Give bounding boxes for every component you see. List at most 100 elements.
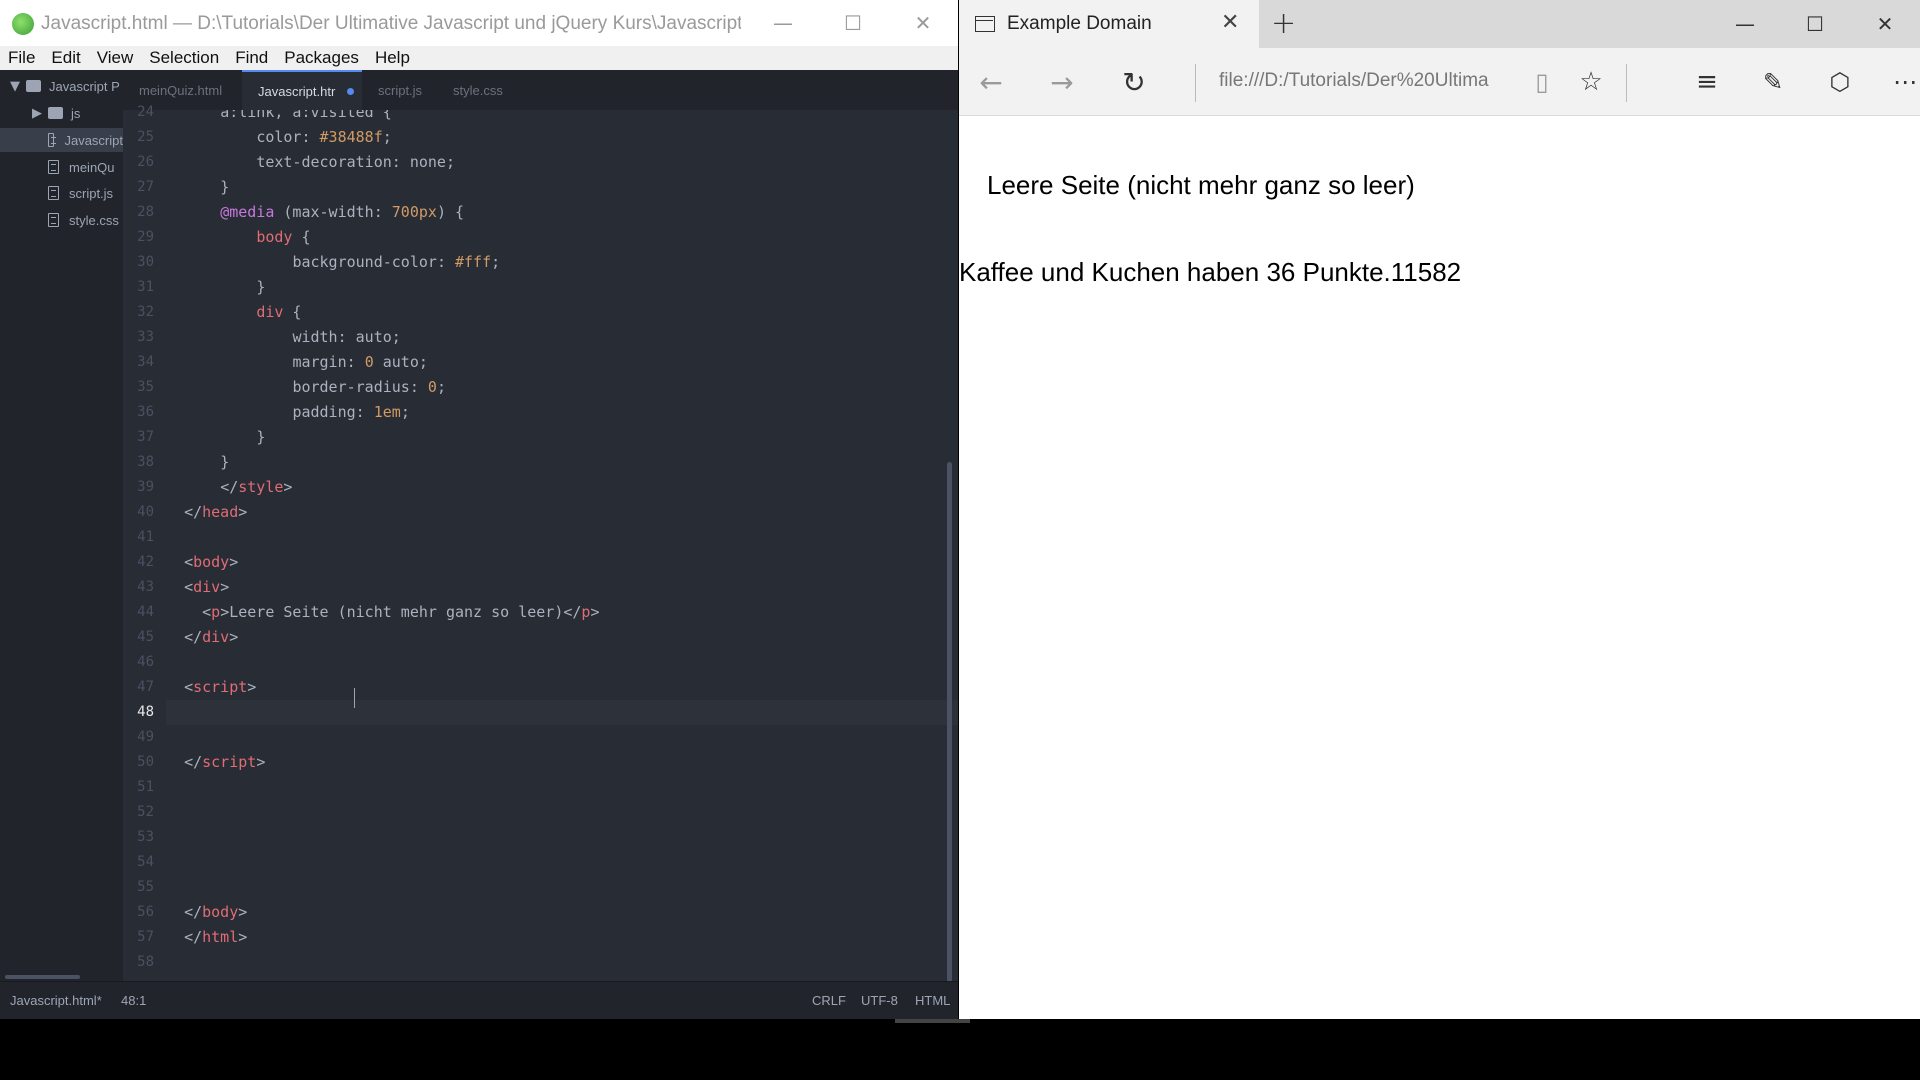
line-number: 46 (137, 654, 154, 670)
tree-file-javascript[interactable]: Javascript (0, 128, 123, 152)
menu-file[interactable]: File (8, 48, 35, 68)
code-line: } (220, 453, 230, 471)
menu-edit[interactable]: Edit (51, 48, 80, 68)
line-number: 40 (137, 504, 154, 520)
tree-folder-js[interactable]: ▶ js (0, 101, 123, 125)
close-tab-icon[interactable]: ✕ (1221, 10, 1239, 35)
menu-packages[interactable]: Packages (284, 48, 359, 68)
tree-file-label: Javascript (64, 132, 123, 148)
browser-tab-title: Example Domain (1007, 13, 1152, 34)
line-number: 50 (137, 754, 154, 770)
line-number: 58 (137, 954, 154, 970)
code-line: padding: 1em; (292, 403, 410, 421)
menu-help[interactable]: Help (375, 48, 410, 68)
horizontal-scrollbar[interactable] (5, 975, 80, 979)
tab-style[interactable]: style.css (437, 70, 527, 110)
code-line: </script> (184, 753, 266, 771)
code-line: text-decoration: none; (256, 153, 455, 171)
line-number: 47 (137, 679, 154, 695)
code-line: body { (256, 228, 311, 246)
desktop-background (0, 1019, 1920, 1080)
hub-icon[interactable]: ≡ (1687, 64, 1727, 100)
line-number: 54 (137, 854, 154, 870)
line-number: 45 (137, 629, 154, 645)
window-resize-handle (895, 1019, 970, 1023)
tab-javascript[interactable]: Javascript.htr (242, 70, 362, 110)
line-number: 49 (137, 729, 154, 745)
forward-arrow-icon[interactable]: → (1042, 64, 1082, 100)
tree-file-label: style.css (69, 212, 119, 228)
code-line: } (220, 178, 230, 196)
chevron-right-icon: ▶ (32, 105, 42, 121)
more-icon[interactable]: ⋯ (1885, 64, 1920, 100)
browser-window: Example Domain ✕ + — ☐ ✕ ← → ↻ file:///D… (959, 0, 1920, 1019)
status-file-name[interactable]: Javascript.html* (10, 993, 102, 1008)
refresh-icon[interactable]: ↻ (1114, 64, 1154, 100)
minimize-icon[interactable]: — (748, 0, 818, 46)
maximize-icon[interactable]: ☐ (818, 0, 888, 46)
status-encoding[interactable]: UTF-8 (861, 993, 898, 1008)
tab-label: meinQuiz.html (139, 82, 223, 98)
line-number: 28 (137, 204, 154, 220)
file-icon (48, 213, 59, 227)
line-number: 32 (137, 304, 154, 320)
minimize-icon[interactable]: — (1710, 0, 1780, 48)
line-number: 26 (137, 154, 154, 170)
close-icon[interactable]: ✕ (888, 0, 958, 46)
web-note-icon[interactable]: ✎ (1753, 64, 1793, 100)
menu-find[interactable]: Find (235, 48, 268, 68)
menu-selection[interactable]: Selection (149, 48, 219, 68)
tab-label: Javascript.htr (258, 83, 336, 99)
tree-file-label: meinQu (69, 159, 115, 175)
line-number: 38 (137, 454, 154, 470)
code-line: width: auto; (292, 328, 401, 346)
favorite-star-icon[interactable]: ☆ (1571, 64, 1611, 100)
code-line-current (166, 700, 958, 725)
new-tab-icon[interactable]: + (1271, 6, 1296, 41)
vertical-scrollbar[interactable] (947, 462, 952, 982)
browser-toolbar: ← → ↻ file:///D:/Tutorials/Der%20Ultima … (959, 48, 1920, 116)
atom-logo-icon (12, 13, 34, 35)
toolbar-divider (1626, 64, 1627, 102)
browser-tab[interactable]: Example Domain ✕ (959, 0, 1259, 48)
tab-bar: meinQuiz.html Javascript.htr script.js s… (123, 70, 958, 110)
code-editor[interactable]: a:link, a:visited { color: #38488f; text… (166, 110, 958, 981)
tree-file-style[interactable]: style.css (0, 208, 123, 232)
code-line: background-color: #fff; (292, 253, 501, 271)
reading-view-icon[interactable]: ▯ (1522, 64, 1562, 100)
tab-label: script.js (378, 82, 423, 98)
tree-file-meinquiz[interactable]: meinQu (0, 155, 123, 179)
code-line: color: #38488f; (256, 128, 392, 146)
code-line: } (256, 278, 266, 296)
back-arrow-icon[interactable]: ← (971, 64, 1011, 100)
page-output-text: Kaffee und Kuchen haben 36 Punkte.11582 (959, 257, 1462, 287)
line-number: 42 (137, 554, 154, 570)
line-number: 27 (137, 179, 154, 195)
address-bar[interactable]: file:///D:/Tutorials/Der%20Ultima (1219, 70, 1509, 92)
maximize-icon[interactable]: ☐ (1780, 0, 1850, 48)
tree-root-folder[interactable]: ▼ Javascript P (0, 74, 123, 98)
folder-icon (48, 107, 63, 119)
code-line: </body> (184, 903, 248, 921)
line-number: 31 (137, 279, 154, 295)
line-number: 34 (137, 354, 154, 370)
close-icon[interactable]: ✕ (1850, 0, 1920, 48)
chevron-down-icon: ▼ (10, 78, 20, 94)
tree-folder-label: js (71, 105, 81, 121)
line-number: 48 (137, 704, 154, 720)
line-number: 25 (137, 129, 154, 145)
tab-script[interactable]: script.js (362, 70, 442, 110)
menu-view[interactable]: View (97, 48, 134, 68)
status-grammar[interactable]: HTML (915, 993, 950, 1008)
toolbar-divider (1195, 64, 1196, 102)
tree-file-script[interactable]: script.js (0, 181, 123, 205)
status-cursor-position[interactable]: 48:1 (121, 993, 146, 1008)
code-line: <div> (184, 578, 230, 596)
status-line-ending[interactable]: CRLF (812, 993, 846, 1008)
tree-root-label: Javascript P (49, 78, 120, 94)
line-number-gutter: 24 25 26 27 28 29 30 31 32 33 34 35 36 37 38 39 40 41 42 43… (123, 104, 166, 981)
atom-titlebar: Javascript.html — D:\Tutorials\Der Ultim… (0, 0, 958, 46)
share-icon[interactable]: ⬡ (1820, 64, 1860, 100)
code-line: div { (256, 303, 302, 321)
line-number: 30 (137, 254, 154, 270)
